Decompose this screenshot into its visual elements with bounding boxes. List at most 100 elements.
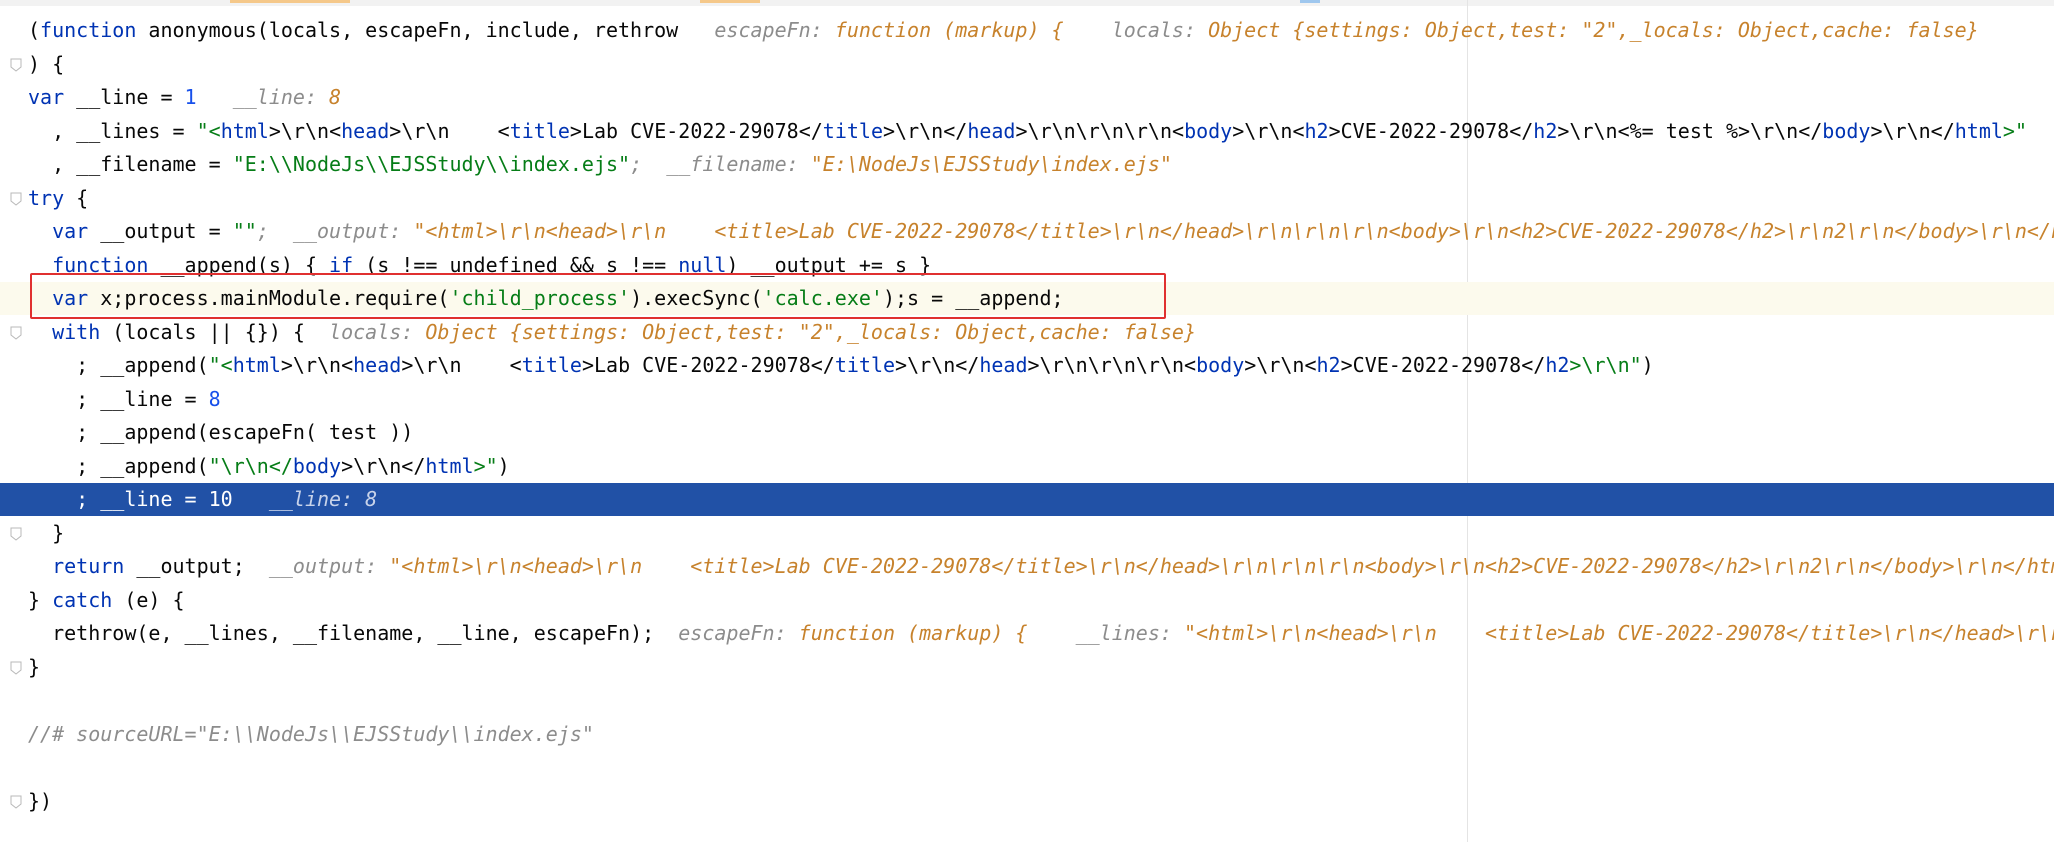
code-token: >\r\n</ [883,118,968,143]
code-token: "< [208,353,233,377]
code-line-text: ; __append("<html>\r\n<head>\r\n <title>… [28,349,1654,382]
editor-tab-strip [0,0,2054,6]
code-line[interactable]: try { [0,182,2054,215]
code-token: >CVE-2022-29078</ [1340,353,1546,377]
code-token: }) [28,788,53,813]
code-line-text: ; __line = 8 [28,383,221,416]
inline-debug-value: __lines: [1027,621,1184,645]
code-token: var [52,219,89,243]
fold-marker-icon[interactable] [10,192,22,206]
code-token: body [1822,118,1871,143]
code-token: , __lines = [52,118,197,143]
code-token: return [52,554,125,578]
code-line[interactable]: ; __line = 8 [0,383,2054,416]
code-line[interactable]: ; __append("\r\n</body>\r\n</html>") [0,450,2054,483]
code-line-text: return __output; __output: "<html>\r\n<h… [28,550,2054,583]
code-line[interactable]: with (locals || {}) { locals: Object {se… [0,316,2054,349]
code-token: >\r\n</ [895,353,980,377]
code-line[interactable]: return __output; __output: "<html>\r\n<h… [0,550,2054,583]
code-token: html [220,118,269,143]
code-token: (e) { [112,587,185,612]
code-line-text: , __lines = "<html>\r\n<head>\r\n <title… [28,115,2054,148]
fold-marker-icon[interactable] [10,326,22,340]
code-token: ; __append( [76,353,209,377]
code-line-text: } catch (e) { [28,584,185,617]
inline-debug-value: __line: [196,85,330,109]
inline-debug-value: locals: [1063,18,1209,42]
inline-debug-value: __line: 8 [232,487,378,511]
code-token: >\r\n< [268,118,342,143]
code-line[interactable]: //# sourceURL="E:\\NodeJs\\EJSStudy\\ind… [0,718,2054,751]
inline-debug-value: Object {settings: Object,test: "2",_loca… [425,319,1197,344]
code-token: } [52,520,65,545]
code-token: catch [52,587,113,612]
code-token: >\r\n< [1232,118,1305,143]
code-line[interactable]: } catch (e) { [0,584,2054,617]
code-line-text: rethrow(e, __lines, __filename, __line, … [28,617,2054,650]
code-token: ; __line = [76,386,209,411]
code-line[interactable]: var __output = ""; __output: "<html>\r\n… [0,215,2054,248]
code-line-text: var __line = 1 __line: 8 [28,81,341,114]
code-line[interactable]: rethrow(e, __lines, __filename, __line, … [0,617,2054,650]
code-token: ) [1641,353,1654,377]
code-line[interactable]: (function anonymous(locals, escapeFn, in… [0,14,2054,47]
code-token: , __filename = [52,152,233,176]
inline-debug-value: "E:\NodeJs\EJSStudy\index.ejs" [810,152,1172,176]
code-token: with [52,319,101,344]
inline-debug-value: ; __output: [256,219,414,243]
inline-debug-value: ; __filename: [630,152,811,176]
injected-code-highlight-box [30,273,1166,319]
code-line[interactable]: }) [0,785,2054,818]
code-line[interactable]: var __line = 1 __line: 8 [0,81,2054,114]
code-token: head [341,118,390,143]
code-line-text: } [28,651,40,684]
code-token: rethrow(e, __lines, __filename, __line, … [52,621,655,645]
code-line[interactable]: ) { [0,48,2054,81]
code-line[interactable]: } [0,517,2054,550]
code-token: } [28,587,53,612]
code-token: >\r\n</ [1870,118,1955,143]
code-token: ) [497,453,510,478]
code-line[interactable] [0,751,2054,784]
code-line[interactable] [0,684,2054,717]
code-line[interactable]: } [0,651,2054,684]
code-token: title [521,353,582,377]
fold-marker-icon[interactable] [10,58,22,72]
execution-point-line[interactable]: ; __line = 10 __line: 8 [0,483,2054,516]
fold-marker-icon[interactable] [10,795,22,809]
inline-debug-value: 8 [329,85,342,109]
inline-debug-value: function (markup) { [834,18,1064,42]
code-line[interactable]: , __lines = "<html>\r\n<head>\r\n <title… [0,115,2054,148]
inline-debug-value: locals: [304,319,426,344]
code-token: __output; [124,554,245,578]
code-line-text: with (locals || {}) { locals: Object {se… [28,316,1196,349]
code-token: h2 [1545,353,1570,377]
code-token: h2 [1304,118,1329,143]
code-token: 1 [184,85,197,109]
code-token: >Lab CVE-2022-29078</ [581,353,835,377]
code-line[interactable]: ; __append(escapeFn( test )) [0,416,2054,449]
code-line[interactable]: , __filename = "E:\\NodeJs\\EJSStudy\\in… [0,148,2054,181]
code-token: h2 [1316,353,1341,377]
code-token: ) { [28,51,65,76]
code-token: "" [232,219,257,243]
code-line-text: ; __append(escapeFn( test )) [28,416,413,449]
fold-marker-icon[interactable] [10,661,22,675]
code-token: head [353,353,402,377]
code-token: >" [473,453,498,478]
code-line[interactable]: ; __append("<html>\r\n<head>\r\n <title>… [0,349,2054,382]
code-line-text: } [28,517,64,550]
code-token: >\r\n < [401,353,522,377]
fold-marker-icon[interactable] [10,527,22,541]
editor-tab-accent [230,0,350,3]
code-token: ( [28,18,41,42]
code-line-text: //# sourceURL="E:\\NodeJs\\EJSStudy\\ind… [28,718,594,751]
